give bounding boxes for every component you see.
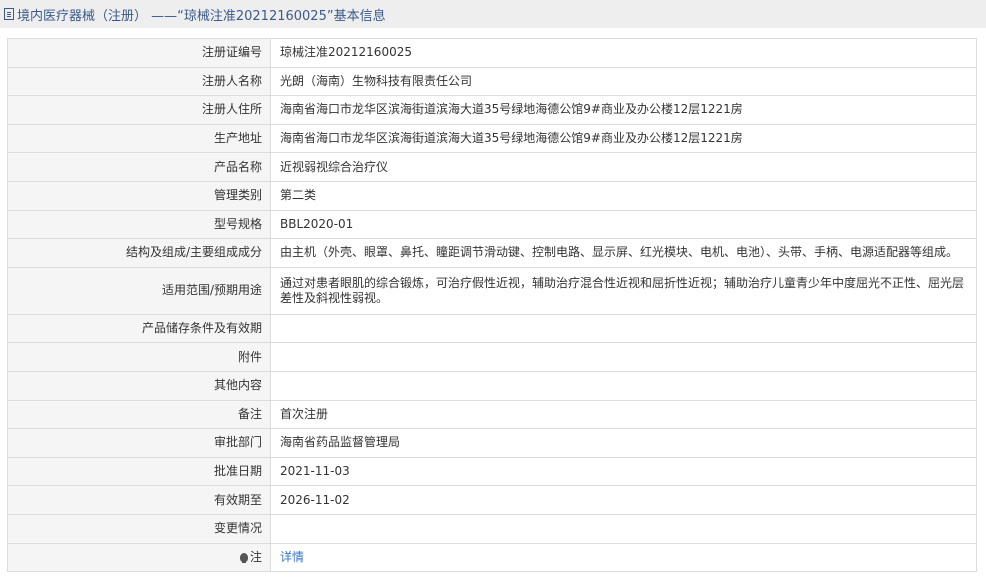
- table-row-registration-number: 注册证编号 琼械注准20212160025: [7, 38, 977, 68]
- row-value: 首次注册: [270, 399, 977, 430]
- table-row-management-class: 管理类别 第二类: [7, 180, 977, 211]
- row-label: 适用范围/预期用途: [7, 266, 271, 315]
- table-row-approval-date: 批准日期 2021-11-03: [7, 456, 977, 487]
- row-value: 海南省药品监督管理局: [270, 428, 977, 458]
- table-row-intended-use: 适用范围/预期用途 通过对患者眼肌的综合锻炼，可治疗假性近视，辅助治疗混合性近视…: [7, 266, 977, 315]
- table-row-registrant-name: 注册人名称 光朗（海南）生物科技有限责任公司: [7, 66, 977, 97]
- row-label: 变更情况: [7, 513, 271, 544]
- row-label: 有效期至: [7, 485, 271, 515]
- row-label: 生产地址: [7, 123, 271, 154]
- row-value: 近视弱视综合治疗仪: [270, 152, 977, 182]
- row-value: BBL2020-01: [270, 209, 977, 240]
- row-value: 海南省海口市龙华区滨海街道滨海大道35号绿地海德公馆9#商业及办公楼12层122…: [270, 123, 977, 154]
- row-label: 型号规格: [7, 209, 271, 240]
- table-row-model-spec: 型号规格 BBL2020-01: [7, 209, 977, 240]
- table-row-structure-composition: 结构及组成/主要组成成分 由主机（外壳、眼罩、鼻托、瞳距调节滑动键、控制电路、显…: [7, 238, 977, 268]
- row-value: [270, 342, 977, 372]
- row-value: 2026-11-02: [270, 485, 977, 515]
- note-label-cell: 注: [7, 542, 271, 573]
- row-label: 产品储存条件及有效期: [7, 313, 271, 344]
- row-label: 产品名称: [7, 152, 271, 182]
- document-icon: [4, 8, 14, 20]
- row-label: 注册人住所: [7, 95, 271, 125]
- table-row-change-status: 变更情况: [7, 513, 977, 544]
- row-label: 批准日期: [7, 456, 271, 487]
- row-value: 通过对患者眼肌的综合锻炼，可治疗假性近视，辅助治疗混合性近视和屈折性近视；辅助治…: [270, 266, 977, 315]
- row-value: [270, 513, 977, 544]
- row-value: 光朗（海南）生物科技有限责任公司: [270, 66, 977, 97]
- table-row-other-content: 其他内容: [7, 370, 977, 401]
- row-label: 注册人名称: [7, 66, 271, 97]
- table-row-storage-conditions: 产品储存条件及有效期: [7, 313, 977, 344]
- table-row-product-name: 产品名称 近视弱视综合治疗仪: [7, 152, 977, 182]
- row-value: 由主机（外壳、眼罩、鼻托、瞳距调节滑动键、控制电路、显示屏、红光模块、电机、电池…: [270, 238, 977, 268]
- row-value: 第二类: [270, 180, 977, 211]
- page-header: 境内医疗器械（注册） ——“琼械注准20212160025”基本信息: [0, 0, 986, 28]
- page-title: 境内医疗器械（注册） ——“琼械注准20212160025”基本信息: [17, 8, 386, 24]
- table-row-production-address: 生产地址 海南省海口市龙华区滨海街道滨海大道35号绿地海德公馆9#商业及办公楼1…: [7, 123, 977, 154]
- note-value-cell: 详情: [270, 542, 977, 573]
- row-value: 2021-11-03: [270, 456, 977, 487]
- table-row-note: 注 详情: [7, 542, 977, 573]
- table-row-registrant-address: 注册人住所 海南省海口市龙华区滨海街道滨海大道35号绿地海德公馆9#商业及办公楼…: [7, 95, 977, 125]
- table-row-remarks: 备注 首次注册: [7, 399, 977, 430]
- table-row-approval-department: 审批部门 海南省药品监督管理局: [7, 428, 977, 458]
- row-value: 琼械注准20212160025: [270, 38, 977, 68]
- table-row-valid-until: 有效期至 2026-11-02: [7, 485, 977, 515]
- row-label: 附件: [7, 342, 271, 372]
- row-label: 管理类别: [7, 180, 271, 211]
- row-value: [270, 370, 977, 401]
- row-label: 注册证编号: [7, 38, 271, 68]
- row-label: 备注: [7, 399, 271, 430]
- note-label: 注: [249, 549, 262, 564]
- details-link[interactable]: 详情: [280, 550, 304, 564]
- table-row-attachments: 附件: [7, 342, 977, 372]
- row-label: 结构及组成/主要组成成分: [7, 238, 271, 268]
- row-label: 审批部门: [7, 428, 271, 458]
- row-label: 其他内容: [7, 370, 271, 401]
- info-table: 注册证编号 琼械注准20212160025 注册人名称 光朗（海南）生物科技有限…: [7, 38, 977, 573]
- lightbulb-icon: [239, 552, 248, 563]
- row-value: 海南省海口市龙华区滨海街道滨海大道35号绿地海德公馆9#商业及办公楼12层122…: [270, 95, 977, 125]
- row-value: [270, 313, 977, 344]
